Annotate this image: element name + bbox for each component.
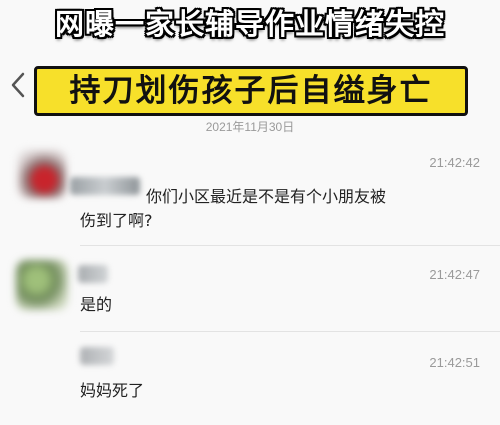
message-text: 是的 [80, 293, 480, 316]
message-time: 21:42:51 [429, 355, 480, 370]
message-text: 你们小区最近是不是有个小朋友被 [146, 185, 486, 208]
sender-name-blurred [78, 265, 108, 283]
chevron-left-icon[interactable] [8, 70, 28, 100]
caption-title: 网曝一家长辅导作业情绪失控 [54, 7, 445, 41]
chat-screenshot: 网曝一家长辅导作业情绪失控 持刀划伤孩子后自缢身亡 2021年11月30日 21… [0, 0, 500, 425]
chat-date: 2021年11月30日 [205, 120, 295, 134]
avatar[interactable] [16, 260, 68, 310]
sender-name-blurred [70, 177, 140, 195]
message-text-line: 妈妈死了 [80, 381, 145, 400]
message-divider [80, 331, 500, 332]
avatar[interactable] [18, 150, 66, 198]
caption-subtitle: 持刀划伤孩子后自缢身亡 [69, 73, 433, 109]
message-text-line: 伤到了啊? [80, 211, 153, 230]
caption-subtitle-box: 持刀划伤孩子后自缢身亡 [34, 66, 468, 116]
message-text: 伤到了啊? [80, 209, 480, 232]
sender-name-blurred [80, 347, 114, 365]
message-text-line: 是的 [80, 295, 113, 314]
message-time: 21:42:47 [429, 267, 480, 282]
message-text: 妈妈死了 [80, 379, 480, 402]
message-divider [80, 245, 500, 246]
message-time: 21:42:42 [429, 155, 480, 170]
message-text-line: 你们小区最近是不是有个小朋友被 [146, 187, 387, 206]
